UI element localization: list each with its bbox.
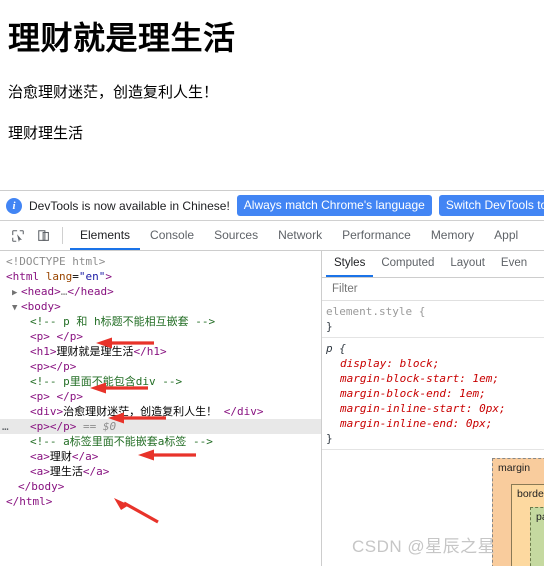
tab-application[interactable]: Appl xyxy=(484,221,528,250)
css-declaration[interactable]: display: block; xyxy=(326,356,439,371)
css-rule-p[interactable]: p { display: block; margin-block-start: … xyxy=(322,338,544,450)
inspect-element-icon[interactable] xyxy=(5,221,31,250)
dom-tree[interactable]: <!DOCTYPE html> <html lang="en"> ▶ <head>…<… xyxy=(0,254,321,509)
dom-node-body-close[interactable]: </body> xyxy=(0,479,321,494)
tab-sources[interactable]: Sources xyxy=(204,221,268,250)
dom-node-content: <a>理生活</a> xyxy=(30,465,110,478)
tab-computed[interactable]: Computed xyxy=(373,251,442,277)
tab-console[interactable]: Console xyxy=(140,221,204,250)
css-declaration[interactable]: margin-block-end: 1em; xyxy=(326,386,486,401)
css-declaration[interactable]: margin-block-start: 1em; xyxy=(326,371,499,386)
styles-panel: Styles Computed Layout Even element.styl… xyxy=(322,251,544,566)
rendered-page-content: 理财就是理生活 治愈理财迷茫，创造复利人生！ 理财理生活 xyxy=(0,0,544,190)
tab-network[interactable]: Network xyxy=(268,221,332,250)
dom-node-div1[interactable]: <div>治愈理财迷茫，创造复利人生！ </div> xyxy=(0,404,321,419)
css-rules-list: element.style { } p { display: block; mar… xyxy=(322,301,544,450)
css-rule-close-brace: } xyxy=(326,432,333,445)
dom-node-head[interactable]: ▶ <head>…</head> xyxy=(0,284,321,299)
devtools-panels: <!DOCTYPE html> <html lang="en"> ▶ <head>…<… xyxy=(0,251,544,566)
dom-node-content: <!-- a标签里面不能嵌套a标签 --> xyxy=(30,435,213,448)
tab-event-listeners[interactable]: Even xyxy=(493,251,535,277)
devtools-tabbar: Elements Console Sources Network Perform… xyxy=(0,221,544,251)
dom-node-content: <!-- p 和 h标题不能相互嵌套 --> xyxy=(30,315,216,328)
dom-node-c2[interactable]: <!-- p里面不能包含div --> xyxy=(0,374,321,389)
box-model-padding: pad xyxy=(530,507,544,566)
styles-tabbar: Styles Computed Layout Even xyxy=(322,251,544,278)
always-match-chrome-language-button[interactable]: Always match Chrome's language xyxy=(236,195,432,216)
tab-layout[interactable]: Layout xyxy=(442,251,493,277)
dom-tree-panel[interactable]: <!DOCTYPE html> <html lang="en"> ▶ <head>…<… xyxy=(0,251,322,566)
tab-elements[interactable]: Elements xyxy=(70,221,141,250)
page-paragraph-2: 理财理生活 xyxy=(8,125,84,143)
dom-node-content: <p> </p> xyxy=(30,330,83,343)
dom-node-doctype[interactable]: <!DOCTYPE html> xyxy=(0,254,321,269)
device-toolbar-icon[interactable] xyxy=(31,221,57,250)
css-declaration[interactable]: margin-inline-start: 0px; xyxy=(326,401,506,416)
dom-node-a1[interactable]: <a>理财</a> xyxy=(0,449,321,464)
toolbar-divider xyxy=(62,227,63,244)
info-icon: i xyxy=(6,197,22,214)
dom-node-content: ▶ <head>…</head> xyxy=(12,285,114,298)
dom-node-p1[interactable]: <p> </p> xyxy=(0,329,321,344)
dom-node-content: <html lang="en"> xyxy=(6,270,112,283)
dom-node-p3[interactable]: <p> </p> xyxy=(0,389,321,404)
box-model-margin-label: margin xyxy=(498,462,531,474)
dom-node-expand-dots[interactable]: … xyxy=(2,419,9,434)
tab-memory[interactable]: Memory xyxy=(421,221,484,250)
dom-node-p4[interactable]: … <p></p> == $0 xyxy=(0,419,321,434)
dom-node-body-open[interactable]: ▼ <body> xyxy=(0,299,321,314)
dom-node-p2[interactable]: <p></p> xyxy=(0,359,321,374)
box-model-margin: margin borde pad xyxy=(492,458,544,566)
devtools-language-notification: i DevTools is now available in Chinese! … xyxy=(0,191,544,221)
dom-node-content: <div>治愈理财迷茫，创造复利人生！ </div> xyxy=(30,405,264,418)
css-rule-selector: p { xyxy=(326,342,346,355)
box-model-border-label: borde xyxy=(517,488,544,500)
dom-node-content: <!-- p里面不能包含div --> xyxy=(30,375,183,388)
styles-filter-row[interactable] xyxy=(322,278,544,301)
dom-node-content: <p> </p> xyxy=(30,390,83,403)
notification-message: DevTools is now available in Chinese! xyxy=(29,198,230,213)
dom-node-c1[interactable]: <!-- p 和 h标题不能相互嵌套 --> xyxy=(0,314,321,329)
styles-filter-input[interactable] xyxy=(330,282,484,296)
dom-node-content: <h1>理财就是理生活</h1> xyxy=(30,345,167,358)
tab-styles[interactable]: Styles xyxy=(326,251,374,277)
css-rule-element-style[interactable]: element.style { } xyxy=(322,301,544,338)
css-rule-selector: element.style { xyxy=(326,305,426,318)
tab-performance[interactable]: Performance xyxy=(332,221,421,250)
devtools-panel: i DevTools is now available in Chinese! … xyxy=(0,190,544,566)
dom-node-content: <p></p> == $0 xyxy=(30,420,117,433)
box-model-diagram: margin borde pad xyxy=(470,451,544,566)
page-paragraph-1: 治愈理财迷茫，创造复利人生！ xyxy=(8,83,219,101)
box-model-border: borde pad xyxy=(511,484,544,566)
dom-node-h1[interactable]: <h1>理财就是理生活</h1> xyxy=(0,344,321,359)
box-model-padding-label: pad xyxy=(536,511,544,523)
dom-node-html-close[interactable]: </html> xyxy=(0,494,321,509)
css-rule-close-brace: } xyxy=(326,320,333,333)
dom-node-html-open[interactable]: <html lang="en"> xyxy=(0,269,321,284)
dom-node-content: </body> xyxy=(18,480,65,493)
css-declaration[interactable]: margin-inline-end: 0px; xyxy=(326,416,492,431)
dom-node-content: <!DOCTYPE html> xyxy=(6,255,106,268)
switch-devtools-language-button[interactable]: Switch DevTools to xyxy=(438,195,544,216)
dom-node-content: </html> xyxy=(6,495,53,508)
dom-node-content: ▼ <body> xyxy=(12,300,61,313)
dom-node-a2[interactable]: <a>理生活</a> xyxy=(0,464,321,479)
page-title: 理财就是理生活 xyxy=(8,20,236,56)
dom-node-c3[interactable]: <!-- a标签里面不能嵌套a标签 --> xyxy=(0,434,321,449)
dom-node-content: <a>理财</a> xyxy=(30,450,99,463)
dom-node-content: <p></p> xyxy=(30,360,77,373)
